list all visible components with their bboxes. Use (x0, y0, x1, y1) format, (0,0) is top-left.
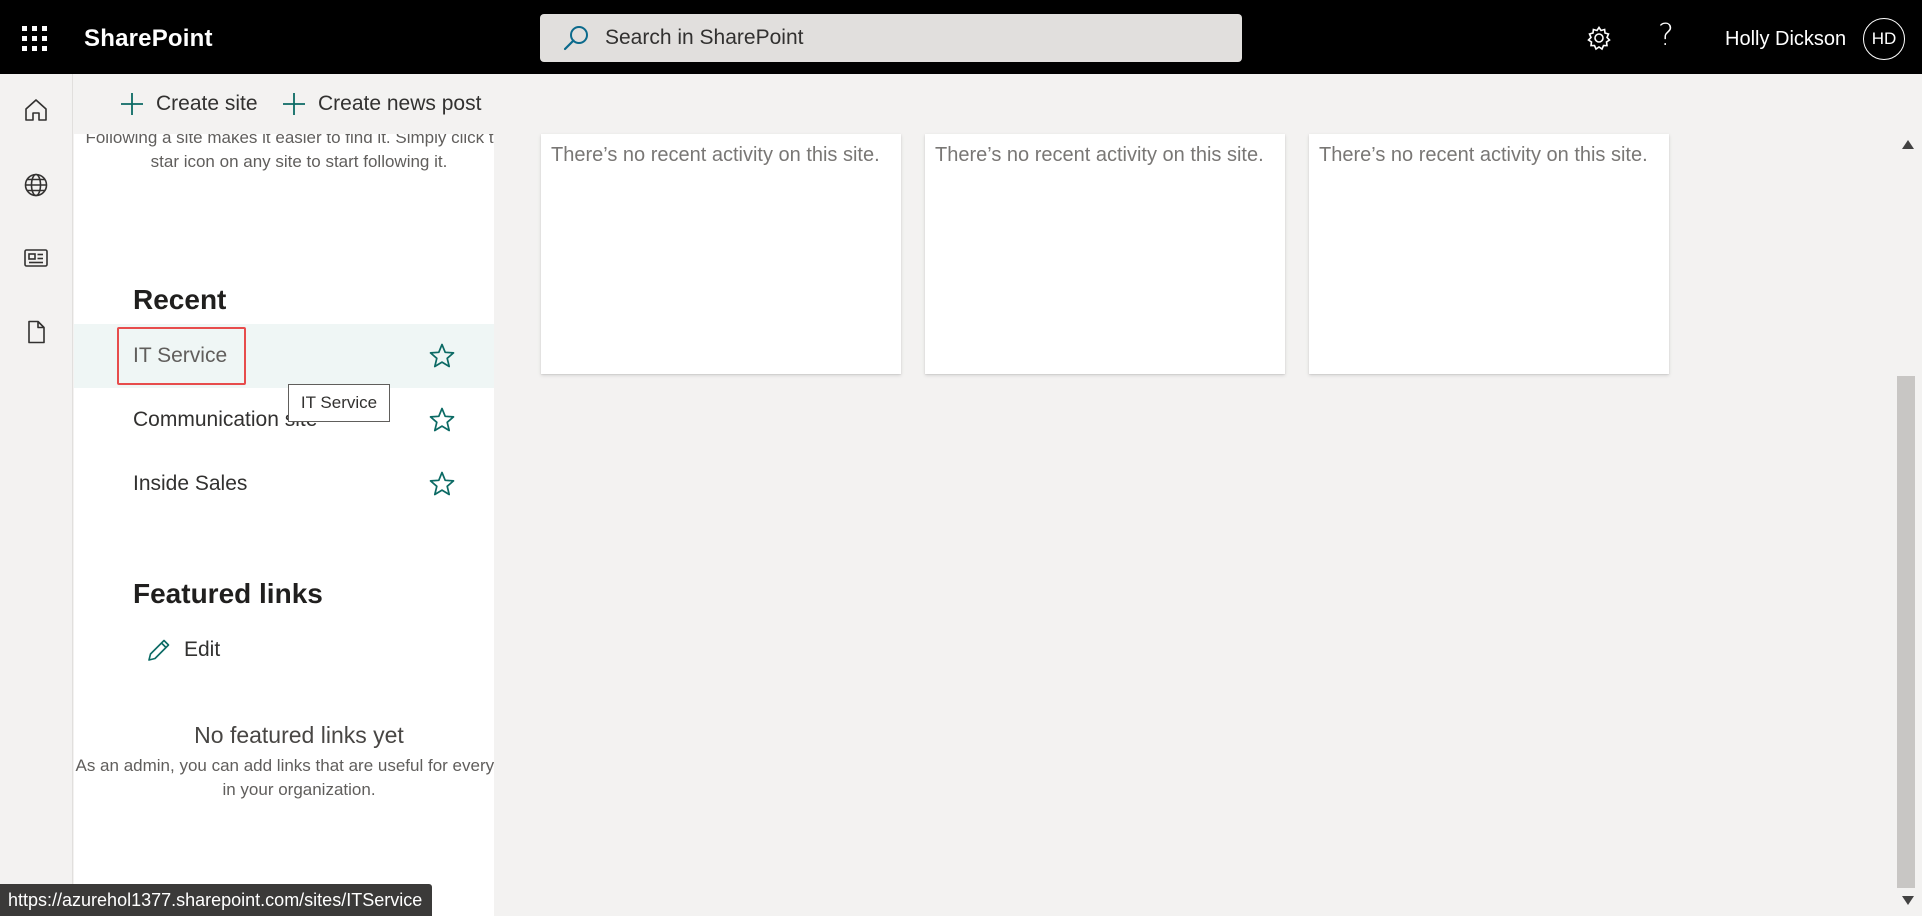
no-activity-message: There’s no recent activity on this site. (551, 144, 880, 166)
star-icon[interactable] (428, 406, 456, 434)
news-icon[interactable] (22, 244, 50, 272)
suite-header: SharePoint Search in SharePoint ? Holly … (0, 0, 1922, 74)
pencil-icon (148, 639, 170, 661)
no-activity-message: There’s no recent activity on this site. (935, 144, 1264, 166)
settings-gear-icon[interactable] (1586, 25, 1612, 51)
following-hint: Following a site makes it easier to find… (85, 134, 494, 171)
search-placeholder: Search in SharePoint (605, 26, 804, 49)
recent-item-inside-sales[interactable]: Inside Sales (74, 452, 494, 516)
scroll-down-arrow-icon[interactable] (1902, 896, 1914, 905)
site-activity-card[interactable]: There’s no recent activity on this site. (541, 134, 901, 374)
home-icon[interactable] (22, 96, 50, 124)
scrollbar-thumb[interactable] (1897, 376, 1915, 888)
create-news-post-label: Create news post (318, 92, 482, 115)
star-icon[interactable] (428, 342, 456, 370)
app-launcher-icon[interactable] (22, 26, 48, 52)
app-bar (0, 74, 73, 916)
star-icon[interactable] (428, 470, 456, 498)
recent-heading: Recent (133, 284, 227, 315)
site-activity-card[interactable]: There’s no recent activity on this site. (1309, 134, 1669, 374)
featured-links-heading: Featured links (133, 578, 323, 609)
recent-item-label: Inside Sales (133, 472, 248, 495)
globe-icon[interactable] (22, 171, 50, 199)
recent-item-label: IT Service (133, 344, 228, 367)
user-name[interactable]: Holly Dickson (1725, 0, 1846, 78)
search-input[interactable]: Search in SharePoint (540, 14, 1242, 62)
scroll-up-arrow-icon[interactable] (1902, 140, 1914, 149)
create-news-post-button[interactable]: Create news post (282, 92, 481, 116)
avatar[interactable]: HD (1863, 18, 1905, 60)
command-bar: Create site Create news post (74, 74, 1922, 134)
create-site-label: Create site (156, 92, 258, 115)
app-name[interactable]: SharePoint (84, 0, 213, 74)
sites-left-panel: Following a site makes it easier to find… (74, 134, 494, 916)
edit-featured-links-button[interactable]: Edit (146, 637, 220, 663)
tooltip: IT Service (288, 384, 390, 422)
edit-label: Edit (184, 638, 221, 661)
recent-item-communication-site[interactable]: Communication site (74, 388, 494, 452)
site-activity-card[interactable]: There’s no recent activity on this site. (925, 134, 1285, 374)
link-status-url: https://azurehol1377.sharepoint.com/site… (0, 884, 433, 916)
recent-item-it-service[interactable]: IT Service (74, 324, 494, 388)
no-featured-links-title: No featured links yet (194, 722, 404, 748)
create-site-button[interactable]: Create site (120, 92, 258, 116)
no-featured-links-description: As an admin, you can add links that are … (75, 756, 495, 799)
search-icon (563, 26, 588, 51)
plus-icon (283, 93, 305, 115)
document-icon[interactable] (22, 318, 50, 346)
help-icon[interactable]: ? (1658, 18, 1674, 53)
no-activity-message: There’s no recent activity on this site. (1319, 144, 1648, 166)
plus-icon (121, 93, 143, 115)
